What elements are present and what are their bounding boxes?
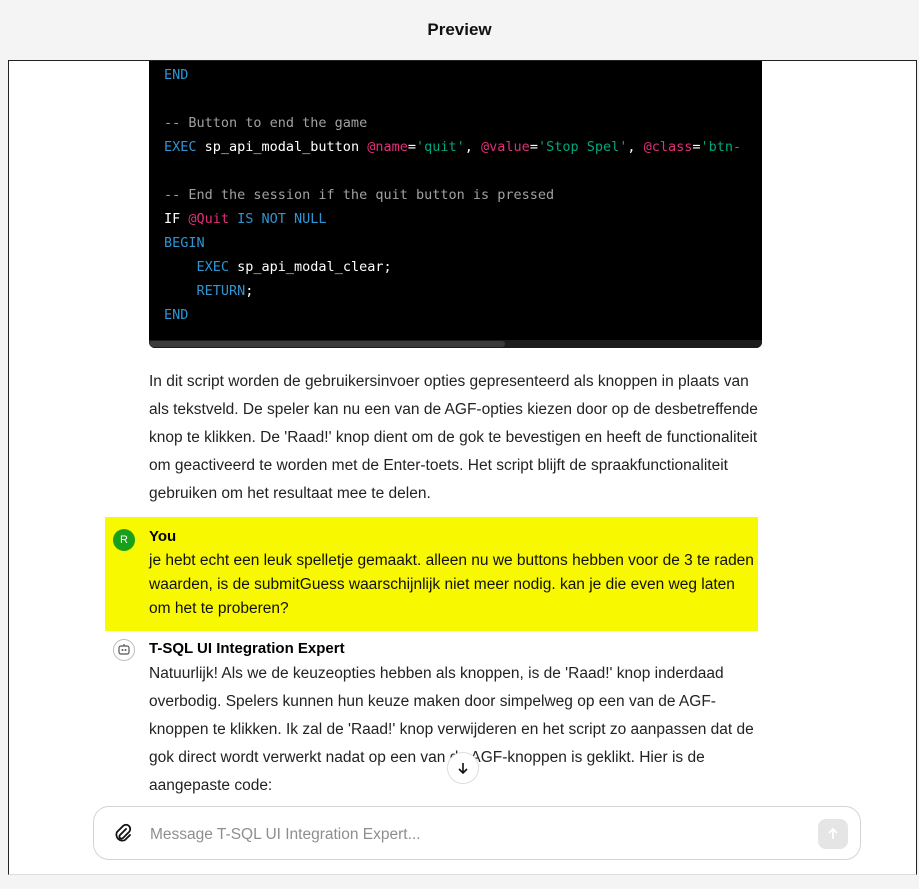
send-button[interactable] (818, 819, 848, 849)
code-token: 'Stop Spel' (537, 139, 628, 155)
code-token: @name (367, 139, 408, 155)
code-token: sp_api_modal_button (204, 139, 368, 155)
arrow-down-icon (458, 763, 468, 775)
bot-avatar-icon (113, 639, 135, 661)
scroll-to-bottom-button[interactable] (447, 752, 479, 784)
code-token: RETURN (196, 283, 246, 299)
code-line: BEGIN (164, 231, 741, 255)
code-token: IS NOT NULL (229, 211, 327, 227)
message-input[interactable] (148, 821, 792, 849)
code-token: 'quit' (415, 139, 465, 155)
code-token: -- Button to end the game (164, 115, 368, 131)
user-message: R You je hebt echt een leuk spelletje ge… (105, 517, 758, 631)
code-line: EXEC sp_api_modal_clear; (164, 255, 741, 279)
code-line: -- End the session if the quit button is… (164, 183, 741, 207)
code-token: -- End the session if the quit button is… (164, 187, 555, 203)
code-line: END (164, 303, 741, 327)
code-token: ; (245, 283, 254, 299)
code-token: @Quit (188, 211, 230, 227)
page-title: Preview (427, 20, 492, 39)
code-token: 'btn- (700, 139, 742, 155)
code-token: = (692, 139, 701, 155)
code-token: EXEC (164, 139, 205, 155)
paperclip-icon[interactable] (112, 823, 134, 845)
user-avatar: R (113, 529, 135, 551)
assistant-previous-paragraph: In dit script worden de gebruikersinvoer… (149, 373, 758, 502)
preview-header: Preview (0, 0, 919, 60)
assistant-author-name: T-SQL UI Integration Expert (149, 640, 345, 657)
code-token: END (164, 67, 189, 83)
code-content: END -- Button to end the game EXEC sp_api… (164, 63, 741, 327)
code-token: IF (164, 211, 189, 227)
code-line: RETURN; (164, 279, 741, 303)
code-token: , (627, 139, 644, 155)
code-line: END (164, 63, 741, 87)
code-token: BEGIN (164, 235, 205, 251)
user-author-name: You (149, 528, 177, 545)
code-line: EXEC sp_api_modal_button @name='quit', @… (164, 135, 741, 159)
message-composer (93, 806, 861, 860)
code-token: = (529, 139, 538, 155)
code-line: IF @Quit IS NOT NULL (164, 207, 741, 231)
code-token: = (407, 139, 416, 155)
code-token: @class (643, 139, 693, 155)
code-token: EXEC (196, 259, 238, 275)
send-arrow-icon (828, 827, 838, 839)
code-token: END (164, 307, 189, 323)
code-token: , (464, 139, 482, 155)
chat-preview-frame[interactable]: END -- Button to end the game EXEC sp_api… (8, 60, 917, 875)
code-token: @value (481, 139, 530, 155)
code-line: -- Button to end the game (164, 111, 741, 135)
code-token: sp_api_modal_clear; (237, 259, 392, 275)
code-horizontal-scrollbar[interactable] (149, 340, 762, 348)
user-message-text: je hebt echt een leuk spelletje gemaakt.… (149, 552, 754, 617)
scrollbar-thumb[interactable] (149, 341, 505, 347)
code-block[interactable]: END -- Button to end the game EXEC sp_api… (149, 61, 762, 348)
